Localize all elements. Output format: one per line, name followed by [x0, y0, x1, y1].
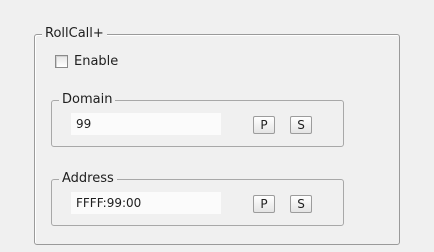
address-s-button[interactable]: S	[290, 195, 312, 213]
address-group-title: Address	[59, 171, 117, 187]
enable-label[interactable]: Enable	[74, 53, 118, 70]
domain-group: Domain P S	[51, 92, 344, 147]
domain-group-title: Domain	[59, 92, 116, 108]
enable-checkbox-row[interactable]: Enable	[55, 53, 118, 70]
domain-input[interactable]	[71, 113, 221, 135]
address-group: Address P S	[51, 171, 344, 226]
enable-checkbox[interactable]	[55, 55, 68, 68]
domain-p-button[interactable]: P	[253, 116, 275, 134]
rollcall-group-title: RollCall+	[42, 26, 107, 42]
address-input[interactable]	[71, 192, 221, 214]
rollcall-group: RollCall+ Enable Domain P S Address P S	[34, 26, 400, 245]
address-p-button[interactable]: P	[253, 195, 275, 213]
domain-s-button[interactable]: S	[290, 116, 312, 134]
